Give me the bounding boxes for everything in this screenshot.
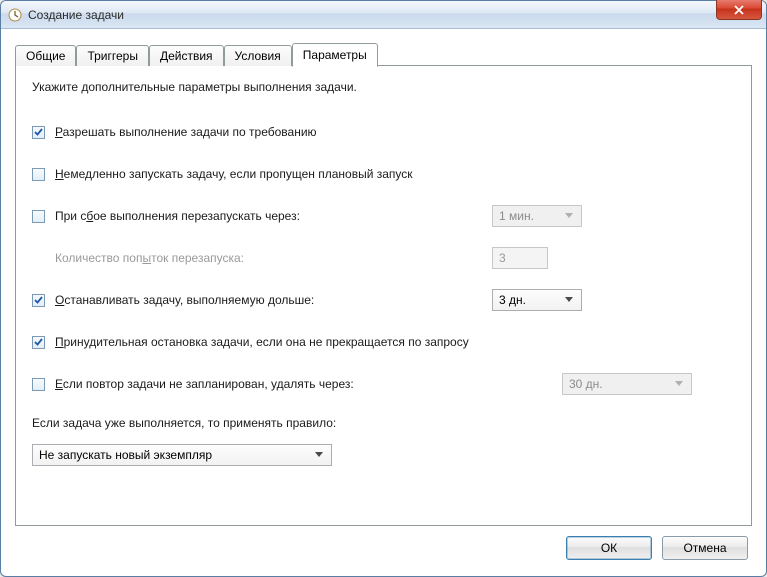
- tab-triggers[interactable]: Триггеры: [76, 45, 149, 66]
- label-delete-if-not-scheduled: Если повтор задачи не запланирован, удал…: [55, 377, 354, 391]
- intro-text: Укажите дополнительные параметры выполне…: [32, 80, 735, 94]
- label-rule: Если задача уже выполняется, то применят…: [32, 416, 735, 430]
- label-restart-count: Количество попыток перезапуска:Количеств…: [55, 251, 244, 265]
- checkbox-delete-if-not-scheduled[interactable]: [32, 378, 45, 391]
- row-delete-if-not-scheduled: Если повтор задачи не запланирован, удал…: [32, 374, 735, 394]
- row-allow-on-demand: РРазрешать выполнение задачи по требован…: [32, 122, 735, 142]
- tab-conditions[interactable]: Условия: [224, 45, 292, 66]
- window-title: Создание задачи: [28, 8, 124, 22]
- row-run-if-missed: Немедленно запускать задачу, если пропущ…: [32, 164, 735, 184]
- tab-label: Параметры: [303, 48, 367, 62]
- checkbox-run-if-missed[interactable]: [32, 168, 45, 181]
- row-stop-if-longer: Останавливать задачу, выполняемую дольше…: [32, 290, 735, 310]
- chevron-down-icon: [561, 213, 577, 219]
- titlebar: Создание задачи: [1, 1, 766, 29]
- button-label: ОК: [601, 541, 617, 555]
- input-value: 3: [499, 251, 506, 265]
- chevron-down-icon: [671, 381, 687, 387]
- tab-actions[interactable]: Действия: [149, 45, 224, 66]
- settings-panel: Укажите дополнительные параметры выполне…: [15, 65, 752, 526]
- label-force-stop: Принудительная остановка задачи, если он…: [55, 335, 469, 349]
- tab-label: Действия: [160, 49, 213, 63]
- button-label: Отмена: [683, 541, 726, 555]
- combo-value: 30 дн.: [569, 377, 603, 391]
- row-restart-count: Количество попыток перезапуска:Количеств…: [32, 248, 735, 268]
- label-restart-on-fail: При сбое выполнения перезапускать через:…: [55, 209, 300, 223]
- checkbox-stop-if-longer[interactable]: [32, 294, 45, 307]
- close-button[interactable]: [716, 0, 762, 20]
- combo-value: Не запускать новый экземпляр: [39, 448, 212, 462]
- tab-label: Условия: [235, 49, 281, 63]
- row-restart-on-fail: При сбое выполнения перезапускать через:…: [32, 206, 735, 226]
- ok-button[interactable]: ОК: [566, 536, 652, 560]
- chevron-down-icon: [311, 452, 327, 458]
- button-bar: ОК Отмена: [15, 526, 752, 566]
- combo-stop-duration[interactable]: 3 дн.: [492, 289, 582, 311]
- combo-delete-after: 30 дн.: [562, 373, 692, 395]
- content-area: Общие Триггеры Действия Условия Параметр…: [1, 29, 766, 576]
- clock-icon: [7, 7, 23, 23]
- tab-settings[interactable]: Параметры: [292, 43, 378, 67]
- tab-strip: Общие Триггеры Действия Условия Параметр…: [15, 41, 752, 65]
- combo-value: 3 дн.: [499, 293, 526, 307]
- label-allow-on-demand: РРазрешать выполнение задачи по требован…: [55, 125, 317, 139]
- combo-restart-interval: 1 мин.: [492, 205, 582, 227]
- chevron-down-icon: [561, 297, 577, 303]
- cancel-button[interactable]: Отмена: [662, 536, 748, 560]
- combo-value: 1 мин.: [499, 209, 534, 223]
- checkbox-force-stop[interactable]: [32, 336, 45, 349]
- tab-label: Триггеры: [87, 49, 138, 63]
- tab-general[interactable]: Общие: [15, 45, 76, 66]
- input-restart-count: 3: [492, 247, 548, 269]
- label-run-if-missed: Немедленно запускать задачу, если пропущ…: [55, 167, 413, 181]
- checkbox-allow-on-demand[interactable]: [32, 126, 45, 139]
- tab-label: Общие: [26, 49, 65, 63]
- combo-rule[interactable]: Не запускать новый экземпляр: [32, 444, 332, 466]
- label-stop-if-longer: Останавливать задачу, выполняемую дольше…: [55, 293, 314, 307]
- checkbox-restart-on-fail[interactable]: [32, 210, 45, 223]
- row-force-stop: Принудительная остановка задачи, если он…: [32, 332, 735, 352]
- dialog-window: Создание задачи Общие Триггеры Действия …: [0, 0, 767, 577]
